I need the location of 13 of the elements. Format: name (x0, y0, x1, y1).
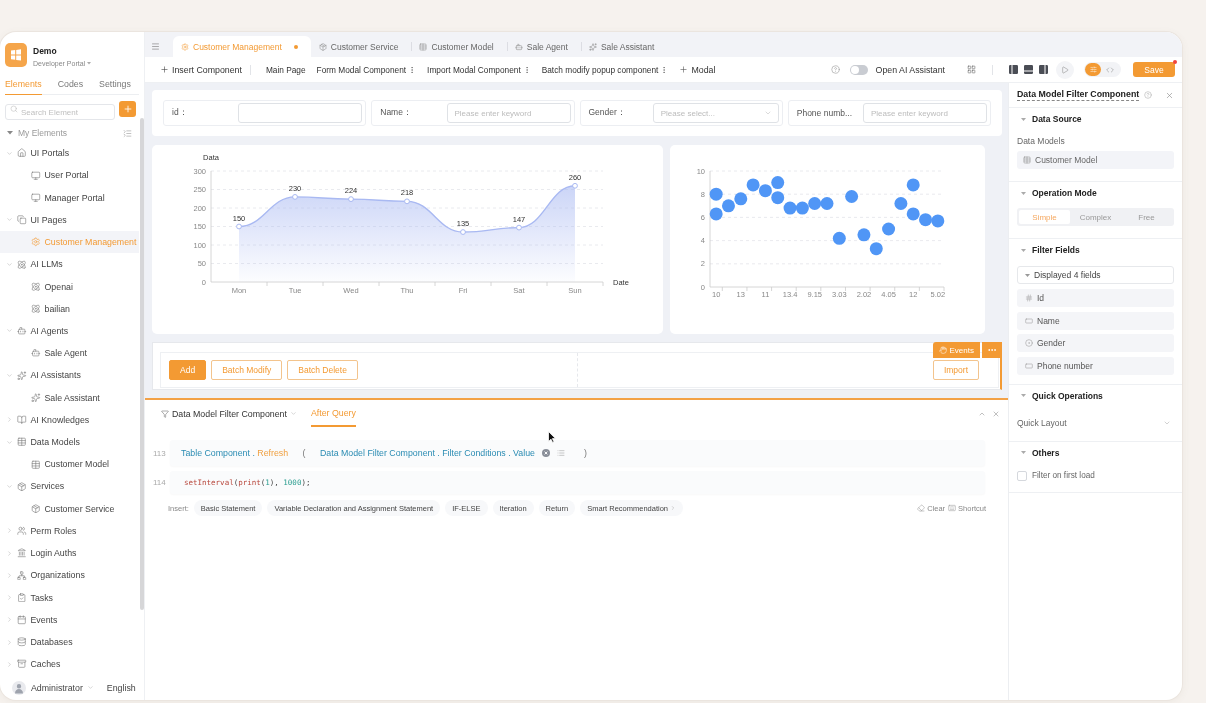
field-label: Name： (380, 107, 412, 119)
field-label: id： (172, 107, 188, 119)
panel-title: Data Model Filter Component (1017, 89, 1140, 101)
code-expression: Table Component . Refresh ( Data Model Filter Component . Filter Conditions . Value (181, 447, 535, 459)
field-label: Data Models (1017, 135, 1066, 148)
app-name: Demo (33, 46, 58, 56)
checkbox-label: Filter on first load (1032, 471, 1095, 480)
field-label: Gender： (588, 107, 626, 119)
line-number: 114 (153, 478, 167, 487)
switch-label: Open AI Assistant (875, 64, 945, 75)
code-expression: ) (582, 447, 588, 459)
field-label: Phone numb... (796, 108, 853, 118)
line-number: 113 (153, 448, 167, 458)
